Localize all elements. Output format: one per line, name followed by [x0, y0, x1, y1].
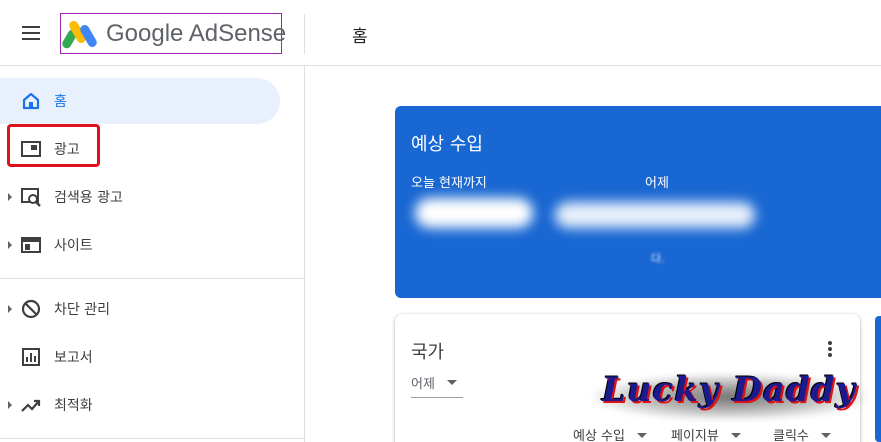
home-icon [20, 90, 42, 112]
earnings-card-title: 예상 수입 [411, 134, 483, 155]
country-card: 국가 어제 예상 수입 페이지뷰 클릭수 [395, 314, 860, 442]
sidebar-item-reports[interactable]: 보고서 [0, 334, 280, 380]
sidebar-item-optimization[interactable]: 최적화 [0, 382, 280, 428]
sidebar-item-label: 사이트 [54, 238, 93, 254]
estimated-earnings-card[interactable]: 예상 수입 오늘 현재까지 어제 다. [395, 106, 881, 298]
sidebar-divider [0, 278, 304, 279]
ads-icon [20, 138, 42, 160]
sidebar-nav: 홈 광고 검색용 광고 사이트 차단 관리 보고서 최적화 [0, 66, 305, 442]
search-ads-icon [20, 186, 42, 208]
sidebar-item-label: 차단 관리 [54, 302, 110, 318]
partial-card-edge [875, 316, 881, 442]
optimization-icon [20, 394, 42, 416]
expand-caret-icon[interactable] [8, 193, 12, 201]
sidebar-item-label: 홈 [54, 94, 67, 110]
reports-icon [20, 346, 42, 368]
more-options-icon[interactable] [824, 341, 836, 359]
chevron-down-icon [637, 433, 648, 438]
hamburger-menu-icon[interactable] [16, 21, 46, 47]
column-pageviews[interactable]: 페이지뷰 [671, 425, 741, 442]
chevron-down-icon [447, 380, 457, 385]
column-estimated-earnings[interactable]: 예상 수입 [573, 425, 648, 442]
sidebar-divider [0, 438, 304, 439]
chevron-down-icon [730, 433, 741, 438]
expand-caret-icon[interactable] [8, 241, 12, 249]
top-app-bar: Google AdSense 홈 [0, 0, 881, 66]
main-content: 예상 수입 오늘 현재까지 어제 다. 국가 어제 예상 수입 페이지뷰 클릭수 [306, 66, 881, 442]
adsense-logo[interactable]: Google AdSense [60, 13, 286, 54]
page-title: 홈 [352, 27, 368, 47]
blurred-earnings-yesterday [555, 202, 755, 228]
sidebar-item-search-ads[interactable]: 검색용 광고 [0, 174, 280, 220]
yesterday-label: 어제 [645, 176, 669, 191]
today-so-far-label: 오늘 현재까지 [411, 176, 487, 191]
adsense-logo-mark-icon [62, 18, 98, 50]
date-range-select[interactable]: 어제 [411, 368, 463, 398]
sidebar-item-label: 검색용 광고 [54, 190, 123, 206]
sidebar-item-ads[interactable]: 광고 [0, 126, 280, 172]
header-divider [304, 14, 305, 54]
logo-text: Google AdSense [106, 19, 287, 47]
sites-icon [20, 234, 42, 256]
sidebar-item-sites[interactable]: 사이트 [0, 222, 280, 268]
expand-caret-icon[interactable] [8, 401, 12, 409]
blurred-earnings-today [415, 198, 533, 228]
block-icon [20, 298, 42, 320]
expand-caret-icon[interactable] [8, 305, 12, 313]
blurred-comparison-text: 다. [651, 252, 665, 265]
column-clicks[interactable]: 클릭수 [773, 425, 832, 442]
sidebar-item-blocking-controls[interactable]: 차단 관리 [0, 286, 280, 332]
sidebar-item-label: 보고서 [54, 350, 93, 366]
country-card-title: 국가 [411, 342, 445, 363]
chevron-down-icon [821, 433, 832, 438]
sidebar-item-home[interactable]: 홈 [0, 78, 280, 124]
sidebar-item-label: 광고 [54, 142, 80, 158]
date-range-value: 어제 [411, 377, 435, 392]
sidebar-item-label: 최적화 [54, 398, 93, 414]
